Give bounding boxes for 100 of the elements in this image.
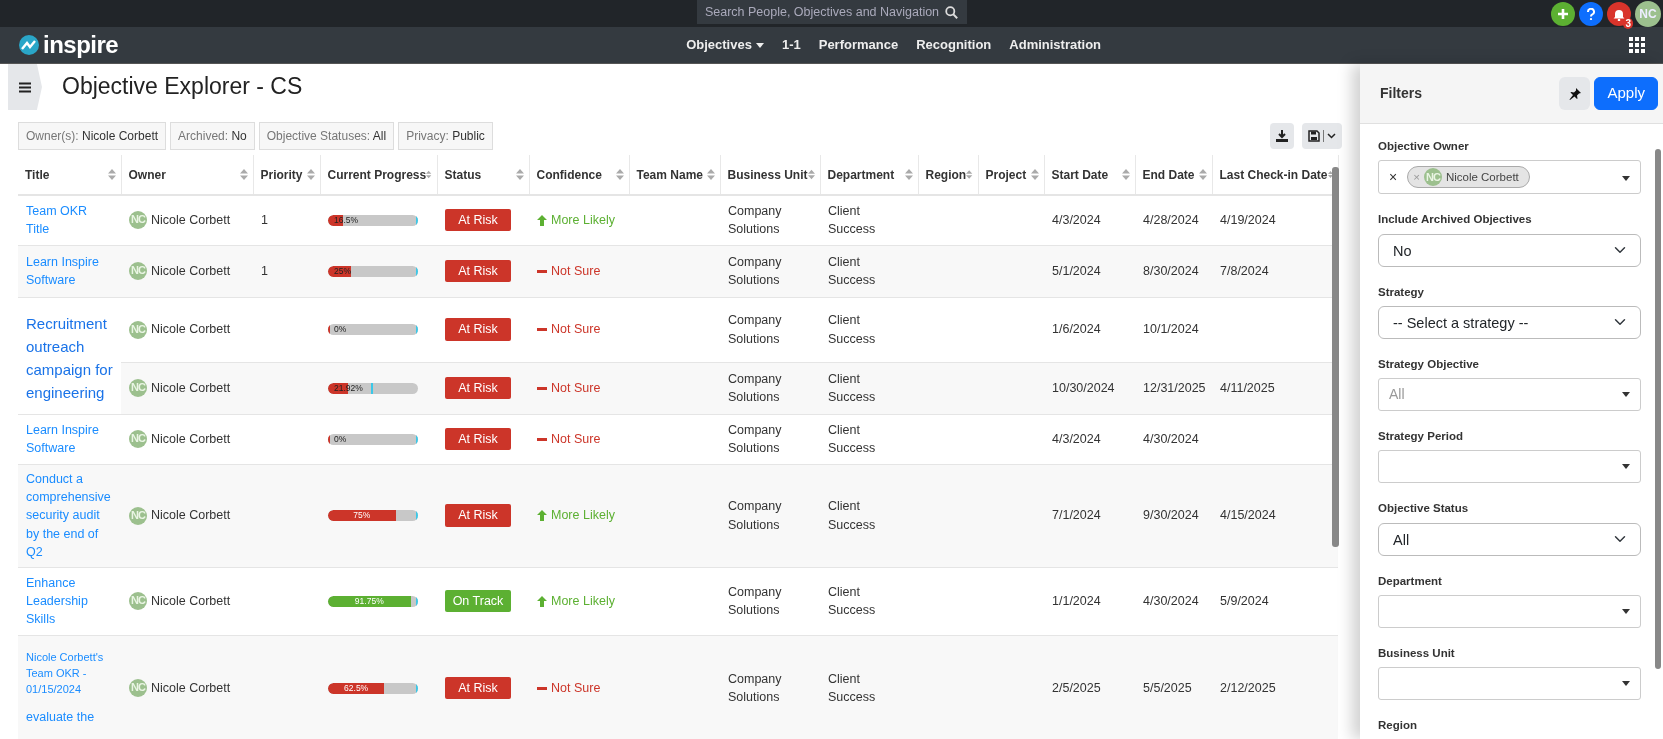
- date-cell: 4/28/2024: [1143, 213, 1199, 228]
- table-cell-text: Client Success: [828, 312, 877, 348]
- column-header[interactable]: Team Name: [629, 155, 720, 195]
- pin-button[interactable]: [1559, 77, 1591, 110]
- combo-field[interactable]: [1378, 594, 1641, 628]
- status-badge: At Risk: [445, 504, 511, 527]
- notifications-button[interactable]: 3: [1607, 2, 1631, 26]
- owner-select[interactable]: × × NC Nicole Corbett: [1378, 160, 1641, 195]
- status-badge: At Risk: [445, 427, 511, 451]
- sort-icon[interactable]: [239, 169, 248, 180]
- table-cell-text: Client Success: [828, 671, 877, 707]
- date-cell: 4/30/2024: [1143, 431, 1199, 446]
- avatar: NC: [129, 379, 147, 397]
- filter-chip[interactable]: Objective Statuses: All: [258, 122, 395, 150]
- column-header[interactable]: Business Unit: [720, 155, 820, 195]
- nav-link[interactable]: 1-1: [772, 35, 810, 55]
- caret-icon: [1622, 608, 1630, 614]
- confidence-label: Not Sure: [551, 262, 601, 280]
- sort-icon[interactable]: [426, 169, 432, 180]
- table-cell-text: Company Solutions: [728, 203, 783, 239]
- avatar: NC: [129, 211, 147, 230]
- save-icon: [1308, 130, 1320, 142]
- pin-icon: [1568, 88, 1581, 101]
- filter-chip[interactable]: Privacy: Public: [398, 122, 493, 150]
- date-cell: 9/30/2024: [1143, 508, 1199, 523]
- date-cell: 2/12/2025: [1220, 681, 1276, 696]
- table-cell-text: Company Solutions: [728, 312, 783, 348]
- sort-icon[interactable]: [807, 169, 815, 180]
- column-header[interactable]: Last Check-in Date: [1212, 155, 1338, 195]
- nav-link[interactable]: Administration: [1000, 35, 1111, 55]
- column-header[interactable]: Status: [437, 155, 529, 195]
- owner-name: Nicole Corbett: [151, 507, 231, 525]
- combo-field[interactable]: [1378, 450, 1641, 484]
- table-cell-text: Company Solutions: [728, 421, 783, 457]
- search-field[interactable]: Search People, Objectives and Navigation: [696, 0, 967, 24]
- objective-link[interactable]: Recruitment outreach campaign for engineering: [26, 311, 113, 405]
- apply-button[interactable]: Apply: [1594, 77, 1658, 110]
- owner-tag[interactable]: × NC Nicole Corbett: [1407, 166, 1530, 189]
- scrollbar[interactable]: [1655, 149, 1661, 669]
- column-header[interactable]: Start Date: [1044, 155, 1135, 195]
- sort-icon[interactable]: [1198, 169, 1207, 180]
- confidence-label: Not Sure: [551, 430, 601, 448]
- menu-icon: [19, 81, 31, 93]
- sort-icon[interactable]: [1030, 169, 1039, 180]
- date-cell: 12/31/2025: [1143, 380, 1206, 395]
- sort-icon[interactable]: [515, 169, 524, 180]
- select-field[interactable]: -- Select a strategy --: [1378, 305, 1641, 339]
- add-button[interactable]: [1551, 2, 1575, 26]
- download-button[interactable]: [1270, 123, 1294, 149]
- table-cell-text: Client Success: [828, 583, 877, 619]
- confidence-label: More Likely: [551, 507, 615, 525]
- column-header[interactable]: Region: [918, 155, 978, 195]
- sort-icon[interactable]: [904, 169, 913, 180]
- combo-field[interactable]: [1378, 667, 1641, 700]
- apps-grid-icon[interactable]: [1629, 37, 1645, 53]
- bell-icon: [1613, 7, 1625, 21]
- sort-icon[interactable]: [107, 169, 116, 180]
- column-header[interactable]: Owner: [121, 155, 253, 195]
- priority-value: 1: [261, 263, 268, 278]
- field-label: Objective Status: [1378, 501, 1470, 517]
- column-header[interactable]: Current Progress: [320, 155, 437, 195]
- save-view-button[interactable]: [1302, 123, 1342, 149]
- owner-name: Nicole Corbett: [151, 680, 231, 698]
- select-field[interactable]: No: [1378, 233, 1641, 267]
- sort-icon[interactable]: [306, 169, 315, 180]
- objective-link[interactable]: Learn Inspire Software: [26, 420, 113, 458]
- tag-label: Nicole Corbett: [1445, 169, 1519, 185]
- logo[interactable]: inspire: [18, 27, 119, 63]
- column-header[interactable]: Department: [820, 155, 918, 195]
- panel-title: Filters: [1380, 84, 1422, 103]
- clear-icon[interactable]: ×: [1389, 166, 1398, 188]
- confidence-label: More Likely: [551, 212, 615, 230]
- sort-icon[interactable]: [615, 169, 624, 180]
- nav-link[interactable]: Objectives: [677, 35, 773, 55]
- objective-link[interactable]: Enhance Leadership Skills: [26, 573, 113, 629]
- filter-chip[interactable]: Owner(s): Nicole Corbett: [18, 122, 167, 150]
- date-cell: 7/8/2024: [1220, 263, 1269, 278]
- help-button[interactable]: [1579, 2, 1603, 26]
- column-header[interactable]: Project: [978, 155, 1044, 195]
- sort-icon[interactable]: [966, 169, 973, 180]
- confidence-label: More Likely: [551, 592, 615, 610]
- column-header[interactable]: Title: [18, 155, 121, 195]
- scrollbar[interactable]: [1332, 167, 1339, 547]
- filter-chip[interactable]: Archived: No: [170, 122, 255, 150]
- nav-link[interactable]: Performance: [809, 35, 908, 55]
- column-header[interactable]: End Date: [1135, 155, 1212, 195]
- nav-link[interactable]: Recognition: [907, 35, 1001, 55]
- sort-icon[interactable]: [1121, 169, 1130, 180]
- column-header[interactable]: Confidence: [529, 155, 629, 195]
- table-cell-text: Client Success: [828, 421, 877, 457]
- table-cell-text: Client Success: [828, 253, 877, 289]
- select-field[interactable]: All: [1378, 522, 1641, 556]
- field-label: Include Archived Objectives: [1378, 212, 1533, 228]
- date-cell: 1/6/2024: [1052, 322, 1101, 337]
- confidence-label: Not Sure: [551, 379, 601, 397]
- column-header[interactable]: Priority: [253, 155, 320, 195]
- search-icon: [945, 5, 959, 19]
- date-cell: 4/11/2025: [1220, 380, 1275, 395]
- menu-button[interactable]: [8, 64, 42, 110]
- sort-icon[interactable]: [706, 169, 715, 180]
